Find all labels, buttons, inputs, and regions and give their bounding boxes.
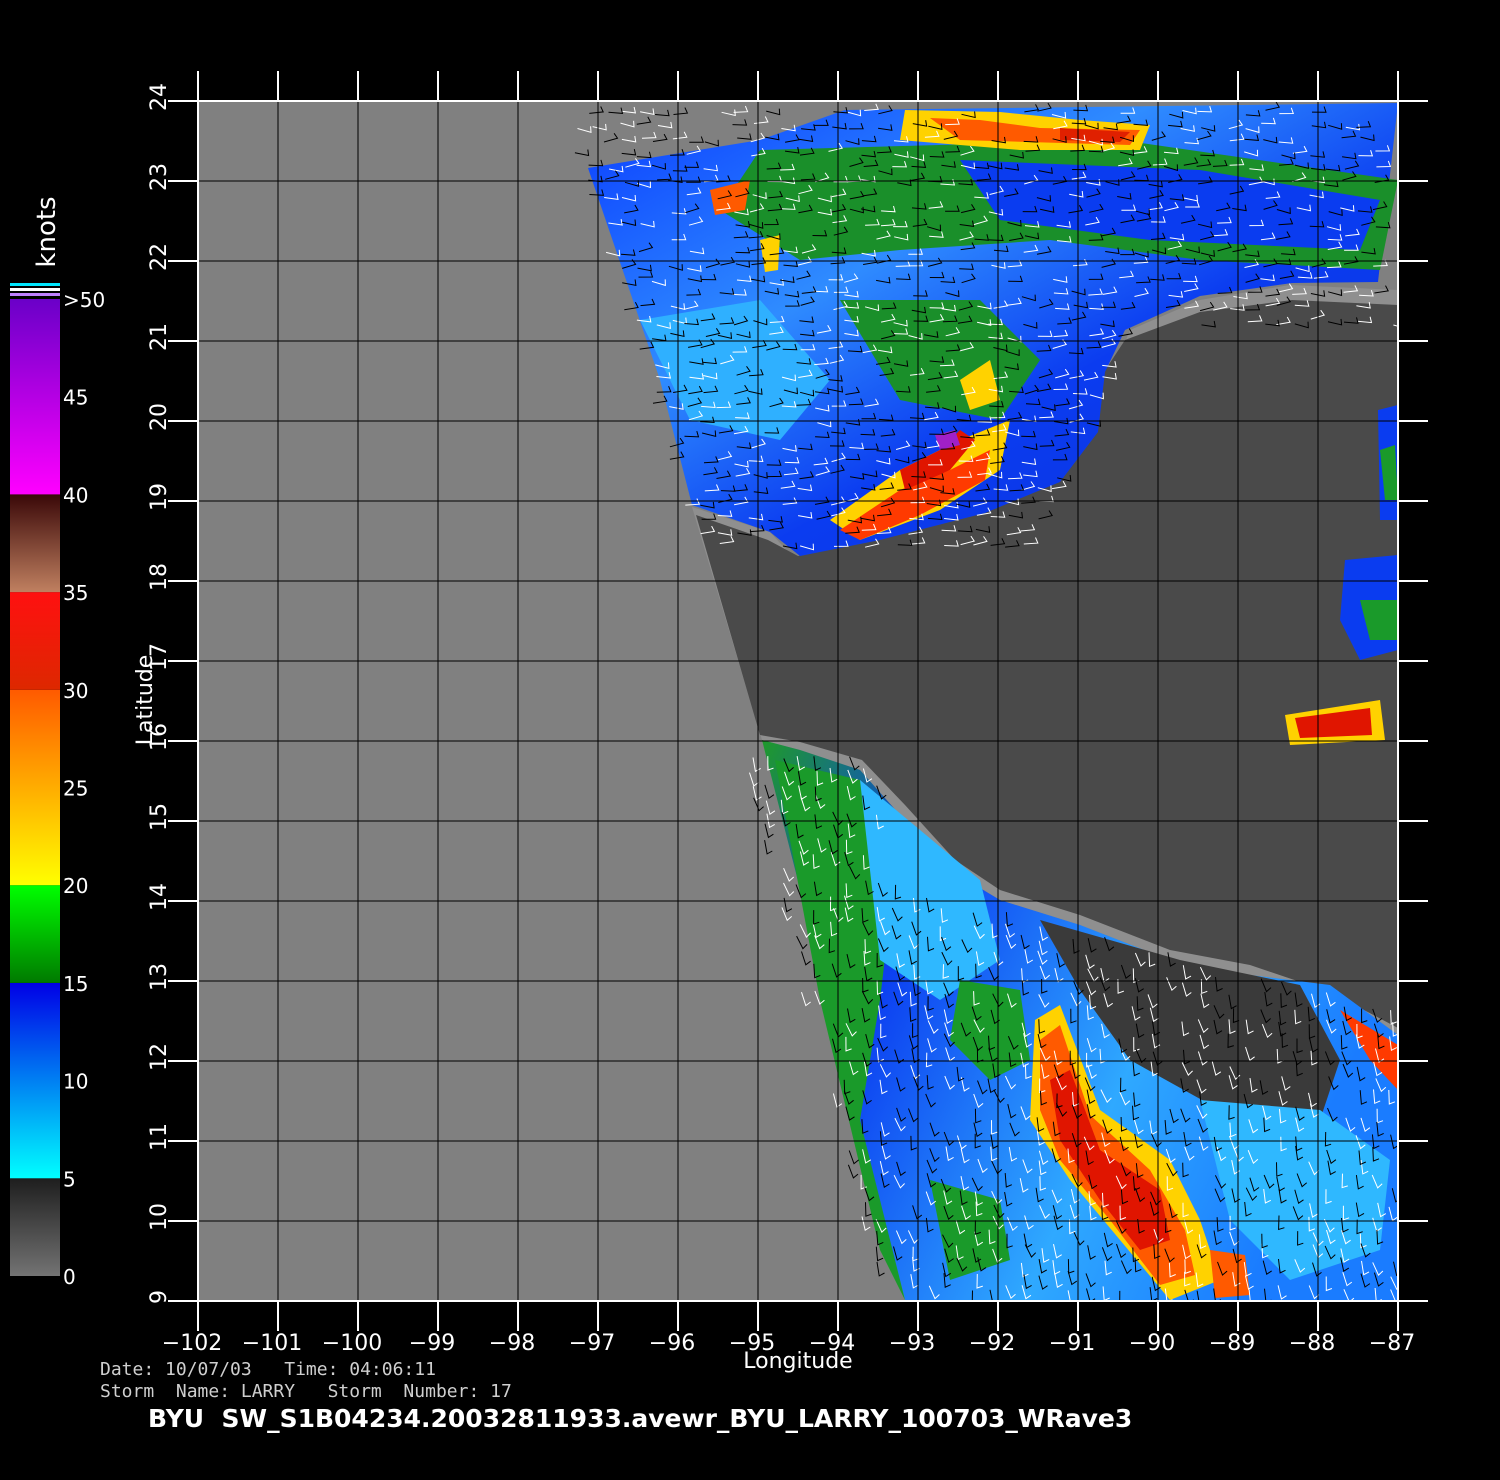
x-tick-label: −97: [569, 1331, 615, 1356]
colorbar-tick-label: >50: [63, 288, 105, 312]
x-tick-label: −90: [1129, 1331, 1175, 1356]
x-axis-title: Longitude: [743, 1349, 852, 1374]
y-tick-label: 18: [147, 563, 172, 591]
colorbar-title: knots: [32, 196, 62, 267]
x-tick-label: −87: [1369, 1331, 1415, 1356]
colorbar-band: [10, 1178, 60, 1276]
colorbar-band: [10, 982, 60, 1179]
colorbar-cap-white: [10, 288, 60, 291]
colorbar-band: [10, 299, 60, 495]
y-tick-label: 13: [147, 963, 172, 991]
x-tick-label: −88: [1289, 1331, 1335, 1356]
y-tick-label: 23: [147, 163, 172, 191]
x-tick-label: −92: [969, 1331, 1015, 1356]
colorbar-tick-label: 35: [63, 581, 88, 605]
date-time-info: Date: 10/07/03 Time: 04:06:11: [100, 1359, 436, 1380]
colorbar-tick-label: 15: [63, 972, 88, 996]
colorbar-tick-label: 25: [63, 777, 88, 801]
x-tick-label: −93: [889, 1331, 935, 1356]
colorbar-tick-label: 30: [63, 679, 88, 703]
colorbar-band: [10, 592, 60, 690]
y-tick-label: 10: [147, 1203, 172, 1231]
chart-title: BYU SW_S1B04234.20032811933.avewr_BYU_LA…: [148, 1404, 1133, 1433]
colorbar-tick-label: 0: [63, 1265, 76, 1289]
y-tick-label: 19: [147, 483, 172, 511]
x-tick-label: −101: [242, 1331, 302, 1356]
y-tick-label: 12: [147, 1043, 172, 1071]
colorbar-tick-label: 5: [63, 1167, 76, 1191]
y-tick-label: 20: [147, 403, 172, 431]
y-axis-title: Latitude: [133, 655, 158, 746]
y-tick-label: 14: [147, 883, 172, 911]
colorbar-band: [10, 885, 60, 983]
y-tick-label: 11: [147, 1123, 172, 1151]
y-tick-label: 15: [147, 803, 172, 831]
colorbar-tick-label: 45: [63, 386, 88, 410]
colorbar-band: [10, 689, 60, 886]
y-tick-label: 22: [147, 243, 172, 271]
x-tick-label: −98: [489, 1331, 535, 1356]
x-tick-label: −100: [322, 1331, 382, 1356]
y-tick-label: 24: [147, 83, 172, 111]
x-tick-label: −91: [1049, 1331, 1095, 1356]
y-tick-label: 9: [147, 1290, 172, 1304]
x-tick-label: −99: [409, 1331, 455, 1356]
x-tick-label: −96: [649, 1331, 695, 1356]
colorbar: >50 45 40 35 30 25 20 15 10 5 0 knots: [10, 196, 105, 1289]
wind-map-figure: −102 −101 −100 −99 −98 −97 −96 −95 −94 −93 −92 −91−…: [10, 71, 1428, 1374]
y-tick-label: 21: [147, 323, 172, 351]
colorbar-cap-cyan: [10, 283, 60, 286]
colorbar-band: [10, 494, 60, 593]
colorbar-tick-label: 40: [63, 483, 88, 507]
colorbar-cap-violet: [10, 293, 60, 296]
x-tick-label: −102: [162, 1331, 222, 1356]
x-tick-label: −89: [1209, 1331, 1255, 1356]
colorbar-tick-label: 20: [63, 874, 88, 898]
colorbar-tick-label: 10: [63, 1070, 88, 1094]
storm-info: Storm Name: LARRY Storm Number: 17: [100, 1381, 512, 1402]
